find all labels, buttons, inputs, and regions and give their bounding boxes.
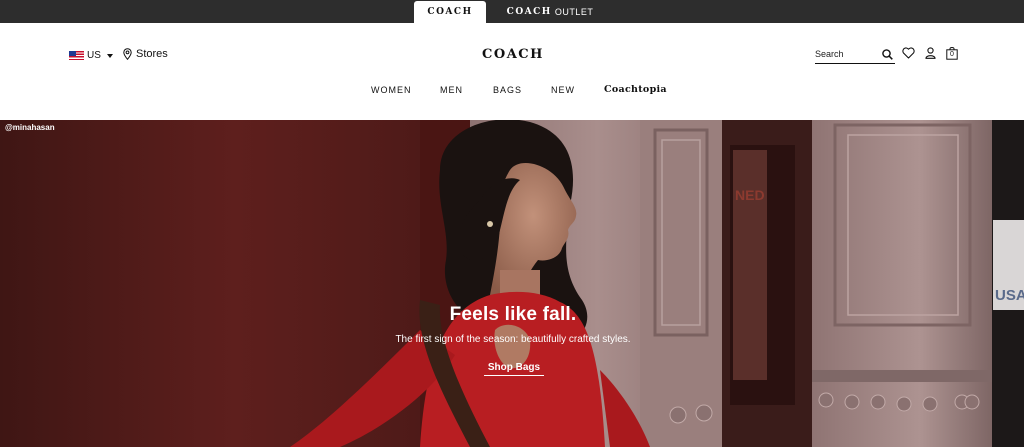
hero-image: NED USA [0, 120, 1024, 447]
us-flag-icon [69, 51, 84, 60]
hero-banner[interactable]: NED USA @minahasan Feels like fall. The … [0, 120, 1024, 447]
hero-headline: Feels like fall. [449, 304, 577, 325]
account-user-icon[interactable] [925, 47, 936, 59]
outlet-tab-suffix: OUTLET [554, 7, 594, 17]
location-pin-icon [123, 48, 132, 60]
wishlist-heart-icon[interactable] [902, 47, 915, 59]
nav-item-coachtopia[interactable]: Coachtopia [604, 84, 667, 95]
site-header: US Stores COACH 0 WOMEN MEN BAGS NEW [0, 23, 1024, 120]
country-label: US [87, 50, 101, 61]
coach-brand-tab[interactable]: COACH [414, 1, 486, 23]
store-locator-link[interactable]: Stores [123, 48, 168, 60]
coach-tab-logo: COACH [427, 7, 473, 17]
search-icon[interactable] [882, 49, 893, 60]
shopping-bag-button[interactable]: 0 [946, 47, 958, 60]
search-box [815, 46, 895, 64]
nav-item-men[interactable]: MEN [440, 85, 463, 95]
search-input[interactable] [815, 46, 877, 62]
photo-credit: @minahasan [5, 123, 55, 132]
coach-logo[interactable]: COACH [474, 47, 552, 62]
outlet-tab-logo: COACH [506, 7, 552, 17]
svg-text:USA: USA [995, 287, 1024, 304]
stores-label: Stores [136, 48, 168, 60]
country-selector[interactable]: US [69, 50, 113, 61]
nav-item-new[interactable]: NEW [551, 85, 575, 95]
brand-switcher-bar: COACH COACH OUTLET [0, 0, 1024, 23]
shop-bags-link[interactable]: Shop Bags [484, 362, 544, 376]
hero-subheadline: The first sign of the season: beautifull… [395, 334, 631, 345]
caret-down-icon [106, 53, 113, 58]
coach-outlet-brand-tab[interactable]: COACH OUTLET [500, 1, 600, 23]
main-navigation: WOMEN MEN BAGS NEW Coachtopia [0, 84, 1024, 101]
nav-item-women[interactable]: WOMEN [371, 85, 412, 95]
bag-count: 0 [950, 51, 954, 58]
svg-text:NED: NED [735, 187, 765, 203]
nav-item-bags[interactable]: BAGS [493, 85, 522, 95]
